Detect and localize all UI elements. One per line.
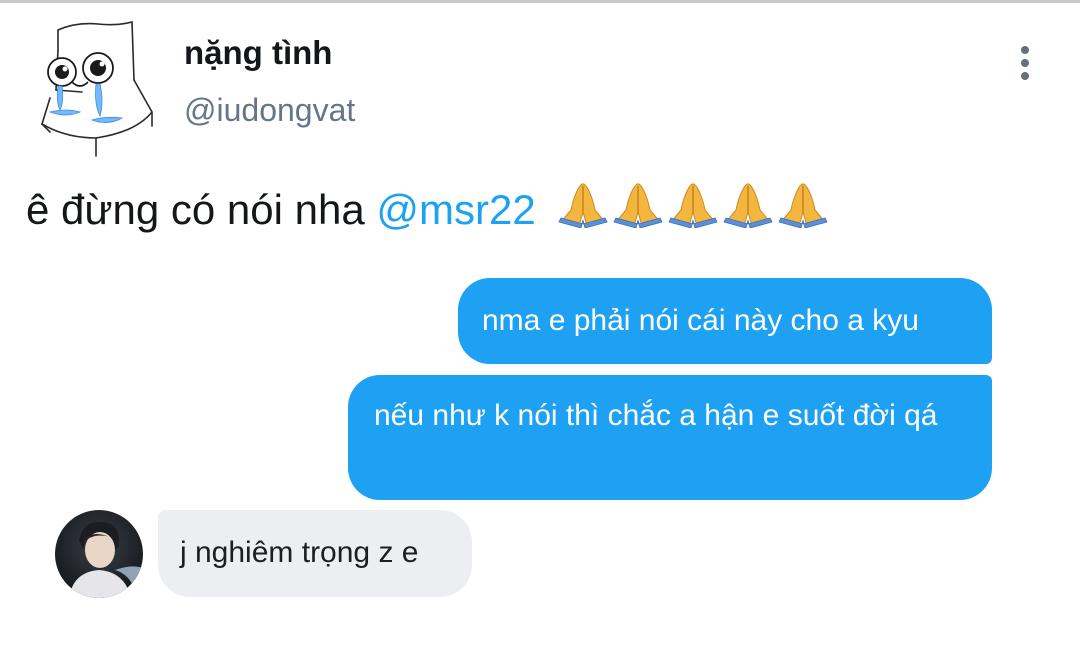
- top-divider: [0, 0, 1080, 3]
- profile-avatar[interactable]: [36, 20, 160, 160]
- mention-link[interactable]: @msr22: [376, 186, 535, 233]
- contact-avatar[interactable]: [55, 510, 143, 598]
- sent-message-bubble[interactable]: nếu như k nói thì chắc a hận e suốt đời …: [348, 375, 992, 500]
- more-options-icon[interactable]: [1008, 46, 1042, 86]
- received-message-bubble[interactable]: j nghiêm trọng z e: [158, 510, 472, 597]
- folded-hands-icon: [613, 183, 663, 228]
- user-handle[interactable]: @iudongvat: [184, 92, 355, 129]
- display-name[interactable]: nặng tình: [184, 34, 332, 72]
- folded-hands-icon: [558, 183, 608, 228]
- folded-hands-icon: [723, 183, 773, 228]
- tweet-body: ê đừng có nói nha: [26, 186, 377, 233]
- folded-hands-emoji-row: [558, 183, 828, 228]
- folded-hands-icon: [668, 183, 718, 228]
- folded-hands-icon: [778, 183, 828, 228]
- sent-message-bubble[interactable]: nma e phải nói cái này cho a kyu: [458, 278, 992, 364]
- tweet-text: ê đừng có nói nha @msr22: [26, 182, 831, 234]
